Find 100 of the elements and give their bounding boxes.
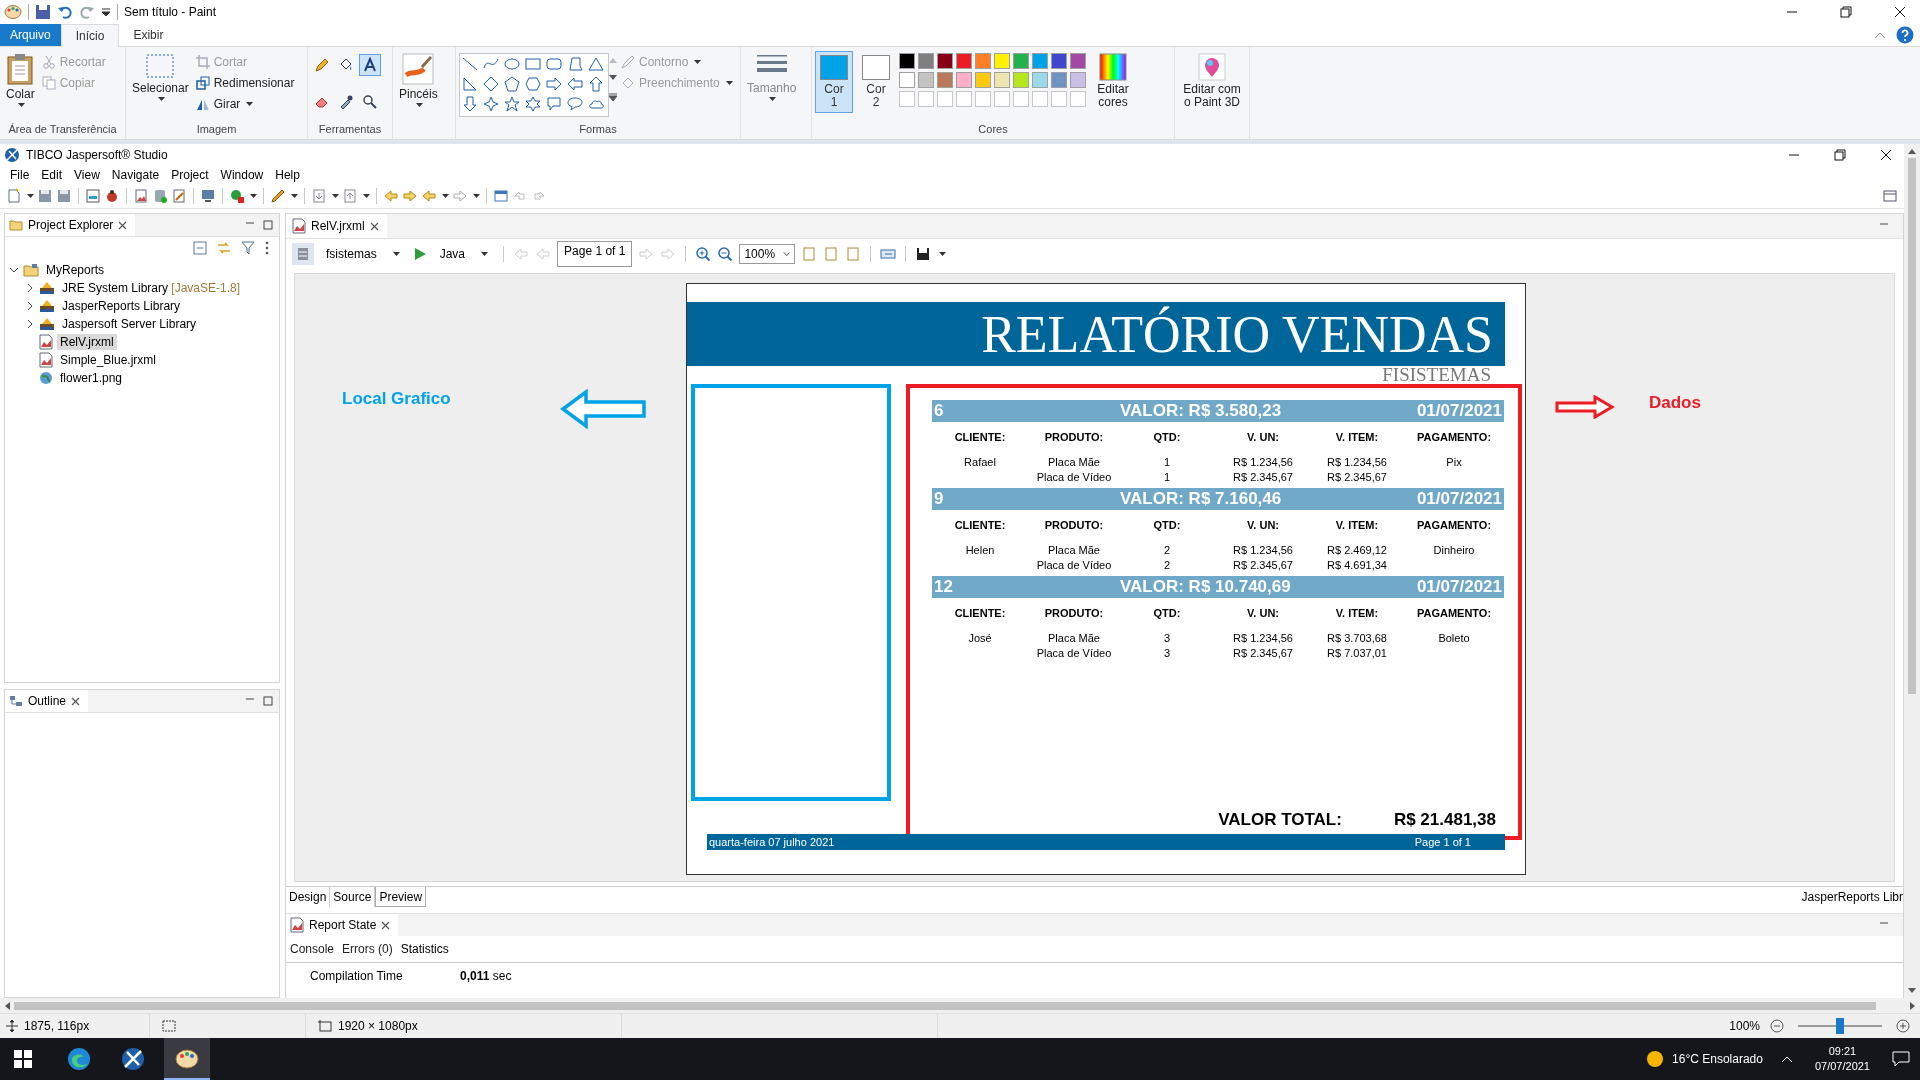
paint-taskbar-button[interactable] [164,1038,210,1080]
new-file-icon[interactable] [6,188,22,204]
empty-swatch[interactable] [1013,91,1029,107]
caret-icon[interactable] [415,103,423,107]
color-swatch[interactable] [918,53,934,69]
scroll-left-icon[interactable] [4,1001,10,1010]
data-adapter-dropdown[interactable]: fsistemas [320,247,406,261]
maximize-icon[interactable] [263,696,273,706]
clock-date[interactable]: 07/07/2021 [1814,1059,1870,1074]
close-icon[interactable] [1894,6,1906,18]
database-icon[interactable] [152,188,168,204]
polygon-shape-icon[interactable] [525,76,541,92]
slider-thumb[interactable] [1836,1018,1844,1034]
menu-item[interactable]: Help [269,166,306,184]
polygon-shape-icon[interactable] [462,76,478,92]
data-adapter-icon[interactable] [295,246,311,262]
scroll-up-icon[interactable] [1908,148,1916,154]
color-swatch[interactable] [1070,72,1086,88]
window-icon[interactable] [493,188,509,204]
caret-icon[interactable] [246,102,254,106]
color-swatch[interactable] [975,53,991,69]
chevron-up-icon[interactable] [1780,1055,1793,1063]
select-button[interactable]: Selecionar [129,51,192,103]
zoom-dropdown[interactable]: 100% [739,244,796,264]
editor-mode-tab[interactable]: Preview [375,887,427,907]
shapes-gallery[interactable] [459,53,609,117]
chevron-icon[interactable] [25,283,35,293]
caret-icon[interactable] [939,252,947,256]
edit-colors-button[interactable]: Editar cores [1090,51,1136,111]
caret-icon[interactable] [442,194,449,198]
color-well[interactable]: Cor 2 [857,51,895,113]
export-icon[interactable] [880,246,897,262]
close-icon[interactable] [381,920,391,930]
close-icon[interactable] [71,696,81,706]
close-icon[interactable] [369,221,379,231]
download-icon[interactable] [311,188,327,204]
color-swatch[interactable] [956,72,972,88]
empty-swatch[interactable] [1051,91,1067,107]
save-icon[interactable] [915,246,932,262]
line-shape-icon[interactable] [462,56,478,72]
menu-item[interactable]: Window [214,166,270,184]
tree-item[interactable]: Jaspersoft Server Library [59,316,200,332]
arrow-shape-icon[interactable] [546,76,562,92]
restore-icon[interactable] [1834,149,1846,161]
zoom-out-button[interactable] [1770,1019,1784,1033]
paint-palette-icon[interactable] [4,4,22,20]
tree-item[interactable]: Simple_Blue.jrxml [57,352,160,368]
color-swatch[interactable] [1070,53,1086,69]
oval-shape-icon[interactable] [504,56,520,72]
undo-icon[interactable] [57,4,73,20]
caret-icon[interactable] [291,194,298,198]
menu-item[interactable]: File [4,166,36,184]
tree-item[interactable]: JasperReports Library [59,298,184,314]
editor-tab[interactable]: RelV.jrxml [286,214,387,238]
chevron-icon[interactable] [9,265,19,275]
link-arrows-icon[interactable] [217,241,231,255]
menu-item[interactable]: Project [165,166,215,184]
help-icon[interactable] [1896,26,1914,44]
arrow-left-icon[interactable] [383,188,399,204]
panel-tab[interactable]: Errors (0) [342,942,393,956]
more-icon[interactable] [609,93,617,101]
empty-swatch[interactable] [918,91,934,107]
color-swatch[interactable] [1013,72,1029,88]
caret-icon[interactable] [392,252,400,256]
empty-swatch[interactable] [975,91,991,107]
text-tool[interactable] [359,54,381,76]
color-swatch[interactable] [899,72,915,88]
menu-item[interactable]: Edit [35,166,69,184]
panel-tab[interactable]: Statistics [400,942,449,956]
color-swatch[interactable] [956,53,972,69]
color-swatch[interactable] [1032,53,1048,69]
tree-item[interactable]: MyReports [43,262,107,278]
ribbon-tab[interactable]: Início [60,24,120,47]
polygon-shape-icon[interactable] [546,56,562,72]
arrow-shape-icon[interactable] [462,96,478,112]
color-swatch[interactable] [1051,72,1067,88]
empty-swatch[interactable] [956,91,972,107]
bug-icon[interactable] [104,188,120,204]
vertical-scrollbar[interactable] [1904,144,1920,998]
close-icon[interactable] [1880,149,1892,161]
monitor-icon[interactable] [200,188,216,204]
file-menu-button[interactable]: Arquivo [0,24,61,46]
chevron-down-icon[interactable] [783,251,791,257]
caret-icon[interactable] [332,194,339,198]
windows-start-icon[interactable] [14,1050,32,1068]
empty-swatch[interactable] [1032,91,1048,107]
save-icon[interactable] [35,4,51,20]
polygon-shape-icon[interactable] [504,76,520,92]
more-options-icon[interactable] [265,241,269,255]
arrow-shape-icon[interactable] [588,76,604,92]
callout-shape-icon[interactable] [546,96,562,112]
empty-swatch[interactable] [937,91,953,107]
chevron-icon[interactable] [25,319,35,329]
star-shape-icon[interactable] [504,96,520,112]
weather-text[interactable]: 16°C Ensolarado [1672,1052,1763,1066]
tree-item[interactable]: JRE System Library [JavaSE-1.8] [59,280,244,296]
filter-icon[interactable] [241,241,255,255]
pen-icon[interactable] [270,188,286,204]
clock-time[interactable]: 09:21 [1828,1044,1857,1059]
color-swatch[interactable] [899,53,915,69]
